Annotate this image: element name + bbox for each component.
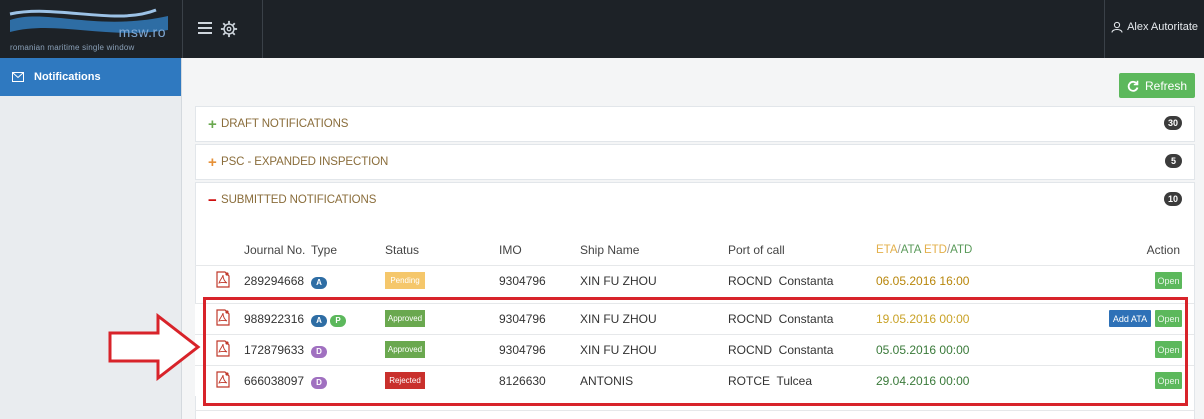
section-title: PSC - EXPANDED INSPECTION [221, 156, 389, 168]
arrow-annotation-icon [108, 313, 201, 381]
status-badge-label: Approved [385, 310, 425, 327]
table-row[interactable]: 289294668 A Pending 9304796 XIN FU ZHOU … [195, 265, 1194, 295]
ship-name: XIN FU ZHOU [580, 343, 657, 357]
status-badge: Rejected [385, 372, 425, 389]
section-header[interactable]: + DRAFT NOTIFICATIONS [196, 107, 1194, 141]
user-menu[interactable]: Alex Autoritate [1111, 21, 1198, 33]
status-badge: Pending [385, 272, 425, 289]
collapse-icon: − [208, 191, 217, 209]
pdf-file-icon[interactable] [216, 340, 230, 357]
type-badges: A [311, 274, 330, 289]
port-of-call: ROCND Constanta [728, 273, 834, 288]
col-imo[interactable]: IMO [499, 243, 522, 257]
brand-name: msw.ro [118, 24, 166, 40]
section-draft-notifications[interactable]: + DRAFT NOTIFICATIONS 30 [195, 106, 1195, 142]
imo: 9304796 [499, 343, 546, 357]
ship-name: XIN FU ZHOU [580, 312, 657, 326]
section-header[interactable]: + PSC - EXPANDED INSPECTION [196, 145, 1194, 179]
pdf-file-icon[interactable] [216, 309, 230, 326]
col-journal-no[interactable]: Journal No. [244, 243, 305, 257]
status-badge-label: Approved [385, 341, 425, 358]
ship-name: XIN FU ZHOU [580, 273, 657, 288]
open-button[interactable]: Open [1155, 272, 1182, 289]
user-icon [1111, 21, 1123, 33]
sidebar-item-notifications[interactable]: Notifications [0, 58, 181, 96]
app-logo[interactable]: msw.ro romanian maritime single window [6, 6, 172, 54]
journal-no: 289294668 [244, 273, 305, 288]
user-name: Alex Autoritate [1127, 21, 1198, 33]
type-badge: A [311, 314, 327, 327]
section-header[interactable]: − SUBMITTED NOTIFICATIONS [196, 183, 1194, 217]
pdf-file-icon[interactable] [216, 371, 230, 388]
port-of-call: ROTCE Tulcea [728, 374, 813, 388]
table-row[interactable]: 988922316 AP Approved 9304796 XIN FU ZHO… [195, 303, 1194, 334]
col-action: Action [1146, 243, 1180, 257]
divider [182, 0, 183, 58]
expand-icon: + [208, 115, 217, 133]
type-badge: P [330, 314, 346, 327]
col-ship-name[interactable]: Ship Name [580, 243, 639, 257]
port-of-call: ROCND Constanta [728, 343, 834, 357]
type-badge: A [311, 276, 327, 289]
section-title: SUBMITTED NOTIFICATIONS [221, 194, 377, 206]
envelope-icon [12, 72, 24, 82]
type-badge: D [311, 376, 327, 389]
open-button[interactable]: Open [1155, 310, 1182, 327]
type-badges: AP [311, 312, 349, 327]
table-row-partial[interactable] [195, 410, 1194, 419]
table-header-row: Journal No. Type Status IMO Ship Name Po… [195, 235, 1194, 265]
type-badges: D [311, 343, 330, 358]
status-badge: Approved [385, 310, 425, 327]
open-button[interactable]: Open [1155, 372, 1182, 389]
divider [1104, 0, 1105, 58]
expand-icon: + [208, 153, 217, 171]
eta-date: 06.05.2016 16:00 [876, 273, 970, 288]
gear-icon[interactable] [220, 20, 238, 38]
col-type[interactable]: Type [311, 243, 337, 257]
port-of-call: ROCND Constanta [728, 312, 834, 326]
section-title: DRAFT NOTIFICATIONS [221, 118, 349, 130]
journal-no: 988922316 [244, 312, 305, 326]
refresh-button[interactable]: Refresh [1119, 73, 1195, 98]
journal-no: 666038097 [244, 374, 305, 388]
eta-date: 19.05.2016 00:00 [876, 312, 970, 326]
type-badges: D [311, 374, 330, 389]
count-badge: 5 [1165, 154, 1182, 168]
eta-date: 29.04.2016 00:00 [876, 374, 970, 388]
imo: 9304796 [499, 312, 546, 326]
count-badge: 30 [1163, 116, 1182, 130]
refresh-label: Refresh [1144, 78, 1188, 93]
status-badge: Approved [385, 341, 425, 358]
top-navbar: msw.ro romanian maritime single window A… [0, 0, 1204, 58]
divider [262, 0, 263, 58]
refresh-icon [1127, 80, 1139, 92]
ship-name: ANTONIS [580, 374, 634, 388]
section-psc-expanded-inspection[interactable]: + PSC - EXPANDED INSPECTION 5 [195, 144, 1195, 180]
count-badge: 10 [1163, 192, 1182, 206]
brand-tagline: romanian maritime single window [10, 43, 135, 52]
add-ata-button[interactable]: Add ATA [1109, 310, 1151, 327]
imo: 9304796 [499, 273, 546, 288]
col-port-of-call[interactable]: Port of call [728, 243, 785, 257]
sidebar-item-label: Notifications [34, 71, 101, 83]
status-badge-label: Pending [385, 272, 425, 289]
type-badge: D [311, 345, 327, 358]
open-button[interactable]: Open [1155, 341, 1182, 358]
col-eta-ata-etd-atd[interactable]: ETA/ATA ETD/ATD [876, 244, 972, 256]
pdf-file-icon[interactable] [216, 271, 230, 288]
table-row[interactable]: 666038097 D Rejected 8126630 ANTONIS ROT… [195, 365, 1194, 396]
col-status[interactable]: Status [385, 243, 419, 257]
hamburger-menu-icon[interactable] [198, 22, 212, 34]
journal-no: 172879633 [244, 343, 305, 357]
status-badge-label: Rejected [385, 372, 425, 389]
table-row[interactable]: 172879633 D Approved 9304796 XIN FU ZHOU… [195, 334, 1194, 365]
imo: 8126630 [499, 374, 546, 388]
eta-date: 05.05.2016 00:00 [876, 343, 970, 357]
